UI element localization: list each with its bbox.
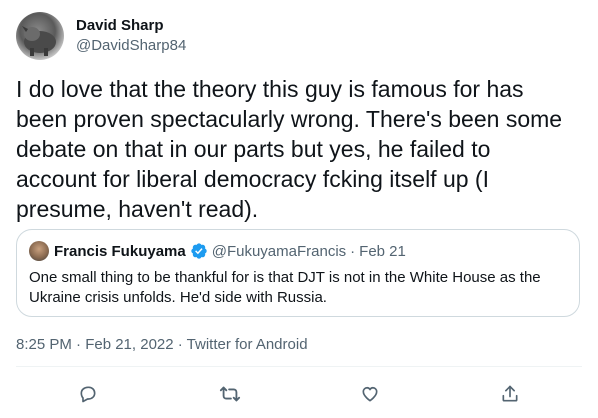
quoted-author-avatar [29,241,49,261]
author-avatar[interactable] [16,12,64,60]
author-handle[interactable]: @DavidSharp84 [76,36,186,56]
quoted-author-handle: @FukuyamaFrancis [211,242,347,260]
tweet-header: David Sharp @DavidSharp84 [16,12,186,60]
retweet-icon[interactable] [218,382,242,406]
quoted-author-name: Francis Fukuyama [54,242,186,260]
quoted-tweet-date: Feb 21 [359,242,406,260]
quoted-tweet-header: Francis Fukuyama @FukuyamaFrancis · Feb … [29,241,406,261]
verified-badge-icon [190,242,208,260]
divider [16,366,582,367]
share-icon[interactable] [498,382,522,406]
action-bar [0,378,598,410]
quoted-tweet-card[interactable]: Francis Fukuyama @FukuyamaFrancis · Feb … [16,229,580,317]
like-icon[interactable] [358,382,382,406]
quoted-tweet-text: One small thing to be thankful for is th… [29,269,541,306]
tweet-text: I do love that the theory this guy is fa… [16,76,563,222]
tweet-timestamp[interactable]: 8:25 PM · Feb 21, 2022 · Twitter for And… [16,336,308,353]
author-display-name[interactable]: David Sharp [76,16,186,36]
separator-dot: · [350,242,356,260]
reply-icon[interactable] [76,382,100,406]
